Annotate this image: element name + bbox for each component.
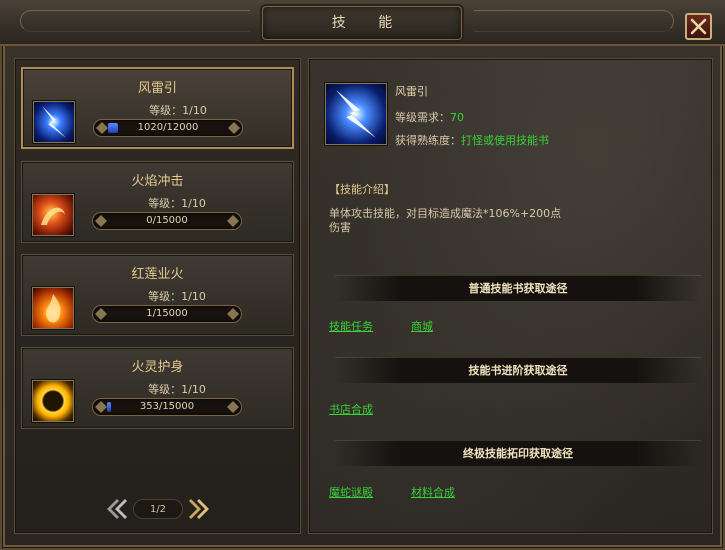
skill-card[interactable]: 红莲业火 等级：1/10 1/15000 [21, 254, 294, 336]
diamond-icon [95, 308, 107, 320]
section-title: 终极技能拓印获取途径 [463, 447, 573, 460]
title-bar: 技 能 [0, 0, 725, 46]
level-requirement-value: 70 [450, 111, 464, 124]
source-link[interactable]: 书店合成 [329, 401, 373, 417]
diamond-icon [228, 122, 240, 134]
next-page-button[interactable] [187, 496, 213, 522]
double-chevron-right-icon [189, 499, 209, 519]
skill-level: 等级：1/10 [148, 197, 206, 210]
skill-xp-text: 1/15000 [146, 308, 188, 319]
title-ornament-right [474, 10, 674, 32]
level-requirement: 等级需求：70 [395, 109, 464, 125]
double-chevron-left-icon [107, 499, 127, 519]
skill-xp-text: 353/15000 [139, 401, 195, 412]
skill-list-panel: 风雷引 等级：1/10 1020/12000 火焰冲击 等级：1/10 0/15… [14, 58, 301, 534]
diamond-icon [96, 122, 108, 134]
skill-level: 等级：1/10 [148, 290, 206, 303]
skill-xp-bar: 353/15000 [92, 398, 242, 416]
skill-xp-bar: 0/15000 [92, 212, 242, 230]
title-ornament-left [20, 10, 250, 32]
skill-detail-panel: 风雷引 等级需求：70 获得熟练度：打怪或使用技能书 【技能介绍】 单体攻击技能… [308, 58, 713, 534]
level-requirement-label: 等级需求： [395, 111, 450, 124]
diamond-icon [227, 215, 239, 227]
skill-level: 等级：1/10 [148, 383, 206, 396]
close-button[interactable] [685, 13, 712, 40]
source-link[interactable]: 技能任务 [329, 318, 373, 334]
window-title: 技 能 [331, 15, 407, 31]
pager: 1/2 [103, 496, 213, 522]
skill-intro-text: 单体攻击技能，对目标造成魔法*106%+200点伤害 [329, 207, 562, 234]
detail-skill-name: 风雷引 [395, 85, 428, 98]
lightning-icon [325, 83, 387, 145]
source-link[interactable]: 材料合成 [411, 484, 455, 500]
section-header: 普通技能书获取途径 [335, 275, 701, 301]
diamond-icon [95, 215, 107, 227]
skill-card[interactable]: 火灵护身 等级：1/10 353/15000 [21, 347, 294, 429]
page-indicator: 1/2 [133, 499, 183, 519]
prev-page-button[interactable] [103, 496, 129, 522]
section-title: 普通技能书获取途径 [468, 282, 568, 295]
skill-xp-text: 1020/12000 [137, 122, 199, 133]
skill-xp-bar: 1/15000 [92, 305, 242, 323]
skill-level: 等级：1/10 [149, 104, 207, 117]
skill-card[interactable]: 火焰冲击 等级：1/10 0/15000 [21, 161, 294, 243]
skill-name: 红莲业火 [131, 267, 184, 282]
close-icon [690, 18, 707, 35]
skill-card[interactable]: 风雷引 等级：1/10 1020/12000 [21, 67, 294, 149]
skill-xp-bar: 1020/12000 [93, 119, 243, 137]
source-link[interactable]: 魔蛇谜殿 [329, 484, 373, 500]
fire-shield-icon [32, 380, 74, 422]
skill-xp-text: 0/15000 [146, 215, 188, 226]
diamond-icon [227, 401, 239, 413]
section-header: 终极技能拓印获取途径 [335, 440, 701, 466]
flame-icon [32, 287, 74, 329]
section-title: 技能书进阶获取途径 [468, 364, 568, 377]
skill-intro-title: 【技能介绍】 [329, 183, 395, 196]
proficiency-gain-label: 获得熟练度： [395, 134, 461, 147]
section-header: 技能书进阶获取途径 [335, 357, 701, 383]
proficiency-gain-value: 打怪或使用技能书 [461, 134, 549, 147]
fire-swirl-icon [32, 194, 74, 236]
skill-name: 风雷引 [137, 81, 177, 96]
lightning-icon [33, 101, 75, 143]
source-link[interactable]: 商城 [411, 318, 433, 334]
diamond-icon [95, 401, 107, 413]
skill-name: 火焰冲击 [131, 174, 184, 189]
diamond-icon [227, 308, 239, 320]
skill-name: 火灵护身 [131, 360, 184, 375]
proficiency-gain: 获得熟练度：打怪或使用技能书 [395, 132, 549, 148]
